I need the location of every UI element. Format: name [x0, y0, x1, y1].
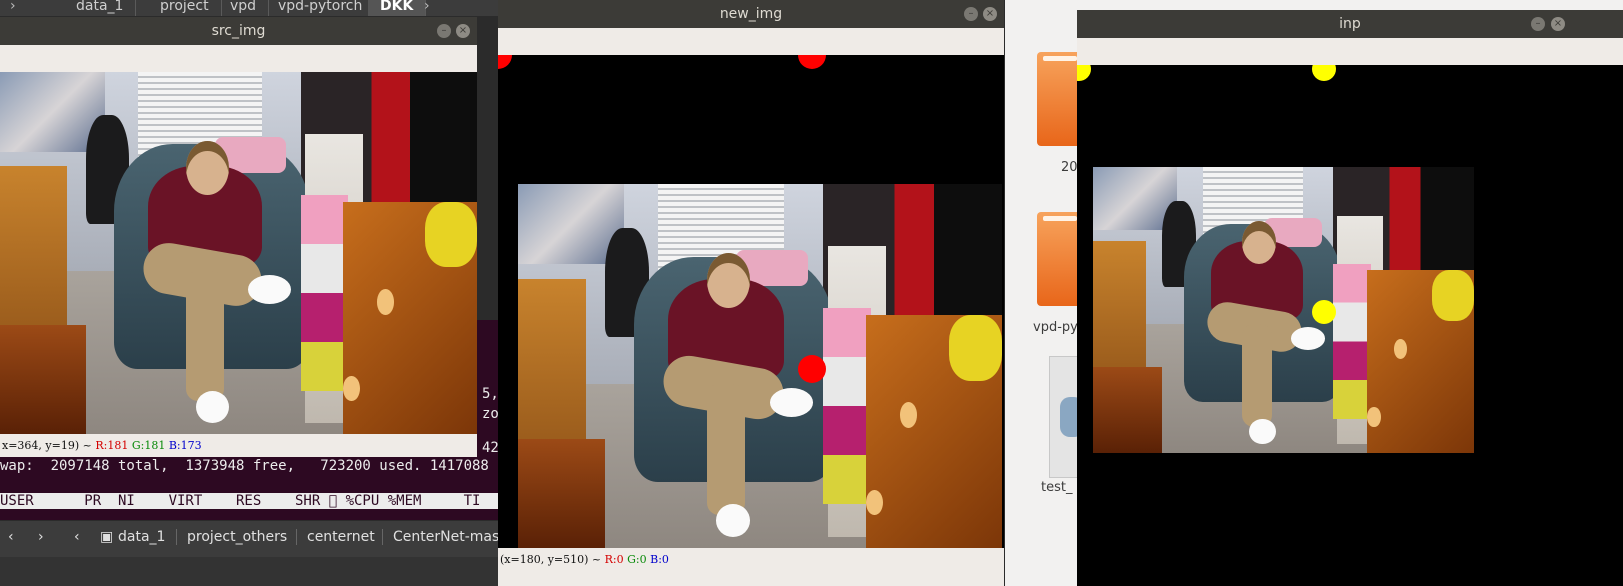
- status-coords: x=364, y=19) ~: [2, 439, 92, 452]
- scene-image: [518, 184, 1002, 548]
- tab-dkk[interactable]: DKK: [368, 0, 427, 16]
- marker-dot-yellow: [1312, 300, 1336, 324]
- status-red: R:0: [604, 553, 624, 566]
- close-icon[interactable]: ×: [456, 24, 470, 38]
- scene-image: [1093, 167, 1474, 453]
- new-img-window[interactable]: new_img – × (x=180, y=510) ~ R:0 G:0 B:0: [498, 0, 1004, 586]
- close-icon[interactable]: ×: [1551, 17, 1565, 31]
- status-blue: B:0: [650, 553, 669, 566]
- folder-label: vpd-py: [1033, 320, 1078, 335]
- window-title: new_img: [498, 0, 1004, 28]
- terminal-swap-line: wap: 2097148 total, 1373948 free, 723200…: [0, 458, 489, 474]
- status-coords: (x=180, y=510) ~: [500, 553, 602, 566]
- bottom-strip: [0, 557, 500, 586]
- tab-data-1[interactable]: data_1: [64, 0, 137, 16]
- file-label: test_: [1041, 480, 1073, 495]
- terminal-text: 5,: [482, 386, 499, 402]
- window-toolbar: [0, 45, 477, 72]
- chevron-right-icon[interactable]: ›: [10, 0, 16, 16]
- tab-project[interactable]: project: [148, 0, 222, 16]
- terminal-header-line: USER PR NI VIRT RES SHR   %CPU %MEM TI: [0, 493, 520, 509]
- tab-project-others[interactable]: project_others: [176, 529, 287, 545]
- status-green: G:181: [131, 439, 166, 452]
- tab-centernet-master[interactable]: CenterNet-maste: [382, 529, 513, 545]
- close-icon[interactable]: ×: [983, 7, 997, 21]
- status-red: R:181: [95, 439, 129, 452]
- marker-dot-red: [798, 355, 826, 383]
- chevron-right-icon[interactable]: ›: [424, 0, 430, 16]
- pixel-status-bar: x=364, y=19) ~ R:181 G:181 B:173: [0, 438, 477, 456]
- marker-dot-yellow: [1312, 65, 1336, 81]
- tab-data-1[interactable]: data_1: [118, 529, 165, 545]
- tab-vpd-pytorch[interactable]: vpd-pytorch: [266, 0, 376, 16]
- pixel-status-bar: (x=180, y=510) ~ R:0 G:0 B:0: [498, 552, 1004, 570]
- window-toolbar: [1077, 38, 1623, 65]
- folder-label: 20: [1061, 160, 1078, 175]
- status-blue: B:173: [168, 439, 202, 452]
- tab-vpd[interactable]: vpd: [218, 0, 270, 16]
- src-img-window[interactable]: src_img – × x=364, y=19) ~ R:181 G:181 B…: [0, 17, 477, 457]
- minimize-icon[interactable]: –: [437, 24, 451, 38]
- folder-icon: ▣: [100, 529, 114, 545]
- canvas-black: [1077, 65, 1623, 586]
- status-green: G:0: [627, 553, 647, 566]
- marker-dot-yellow: [1077, 65, 1091, 81]
- top-tab-strip: › data_1 project vpd vpd-pytorch DKK ›: [0, 0, 498, 16]
- minimize-icon[interactable]: –: [964, 7, 978, 21]
- minimize-icon[interactable]: –: [1531, 17, 1545, 31]
- marker-dot-red: [498, 55, 512, 69]
- scene-image: [0, 72, 477, 434]
- chevron-left-icon[interactable]: ‹: [8, 529, 14, 545]
- terminal-text: zo: [482, 406, 499, 422]
- inp-window[interactable]: inp – ×: [1077, 10, 1623, 586]
- canvas-black: [498, 55, 1004, 548]
- chevron-left-icon[interactable]: ‹: [74, 529, 80, 545]
- tab-centernet[interactable]: centernet: [296, 529, 375, 545]
- window-title: src_img: [0, 17, 477, 45]
- bottom-tab-strip: ‹ › ‹ ▣ data_1 project_others centernet …: [0, 521, 513, 557]
- window-toolbar: [498, 28, 1004, 55]
- marker-dot-red: [798, 55, 826, 69]
- chevron-right-icon[interactable]: ›: [38, 529, 44, 545]
